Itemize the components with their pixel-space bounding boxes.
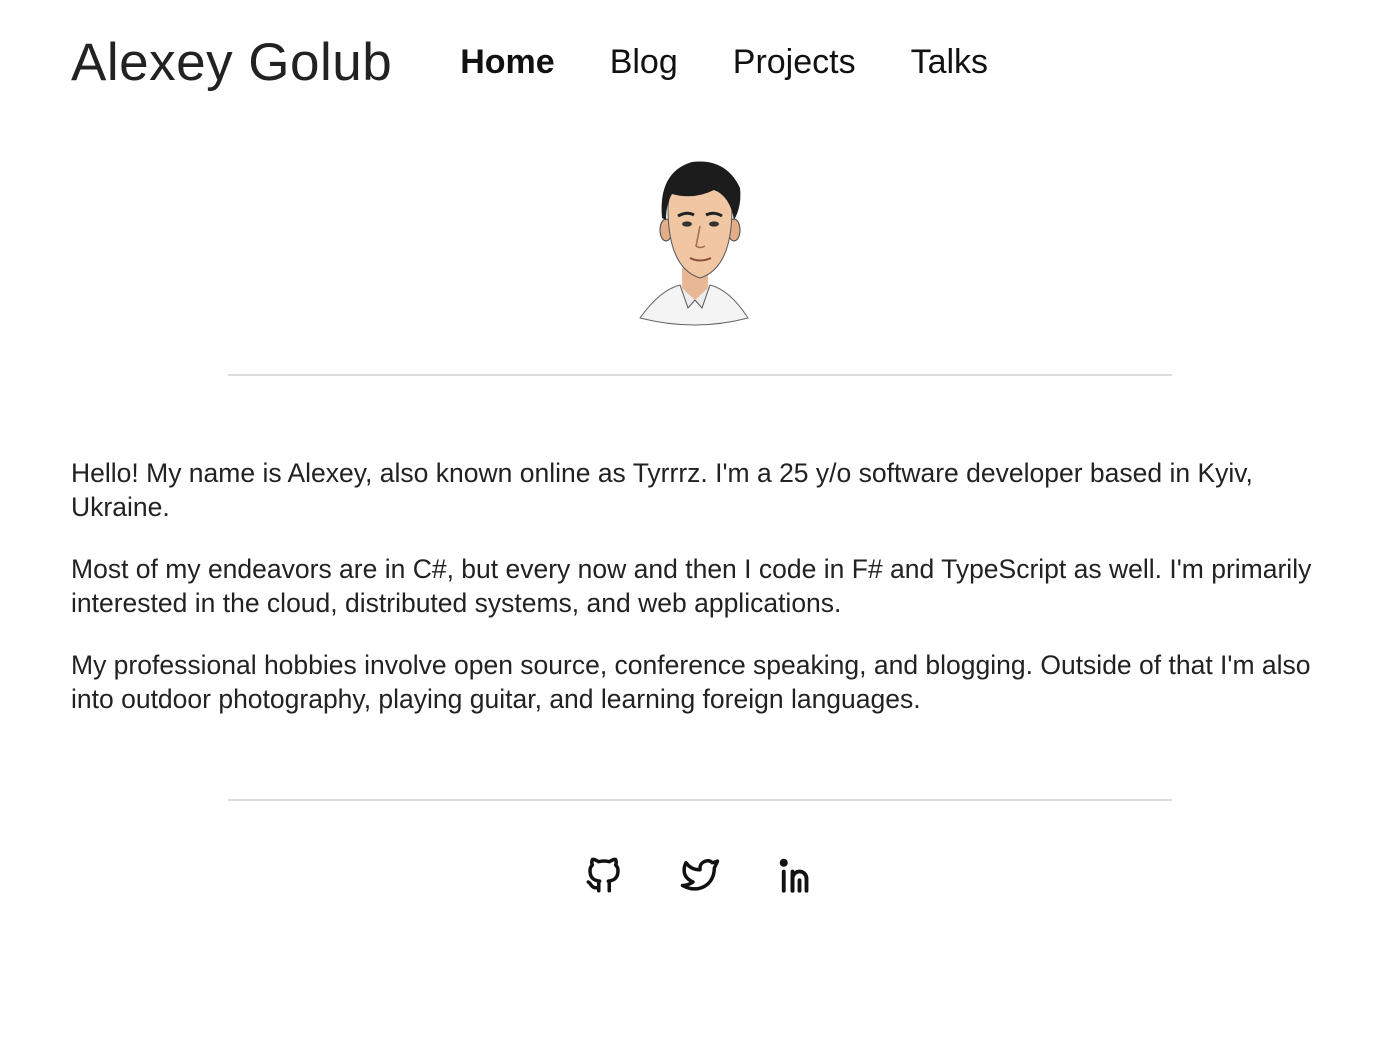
bio-paragraph: Hello! My name is Alexey, also known onl… xyxy=(71,458,1253,522)
nav-talks[interactable]: Talks xyxy=(911,43,988,82)
bio-section: Hello! My name is Alexey, also known onl… xyxy=(71,456,1329,744)
avatar xyxy=(630,150,760,330)
nav-home[interactable]: Home xyxy=(460,43,554,82)
cartoon-portrait-icon xyxy=(639,161,749,326)
linkedin-icon xyxy=(779,858,809,893)
github-link[interactable] xyxy=(583,852,625,898)
linkedin-link[interactable] xyxy=(775,852,817,898)
twitter-link[interactable] xyxy=(679,852,721,898)
bio-paragraph: My professional hobbies involve open sou… xyxy=(71,650,1311,714)
nav-projects[interactable]: Projects xyxy=(733,43,856,82)
bio-paragraph: Most of my endeavors are in C#, but ever… xyxy=(71,554,1312,618)
social-links xyxy=(0,852,1400,898)
twitter-icon xyxy=(680,859,720,891)
site-header: Alexey Golub Home Blog Projects Talks xyxy=(71,24,1043,100)
divider-bottom xyxy=(228,799,1172,801)
divider-top xyxy=(228,374,1172,376)
site-title-link[interactable]: Alexey Golub xyxy=(71,32,392,93)
github-icon xyxy=(586,857,620,893)
main-nav: Home Blog Projects Talks xyxy=(460,43,1043,82)
nav-blog[interactable]: Blog xyxy=(610,43,678,82)
